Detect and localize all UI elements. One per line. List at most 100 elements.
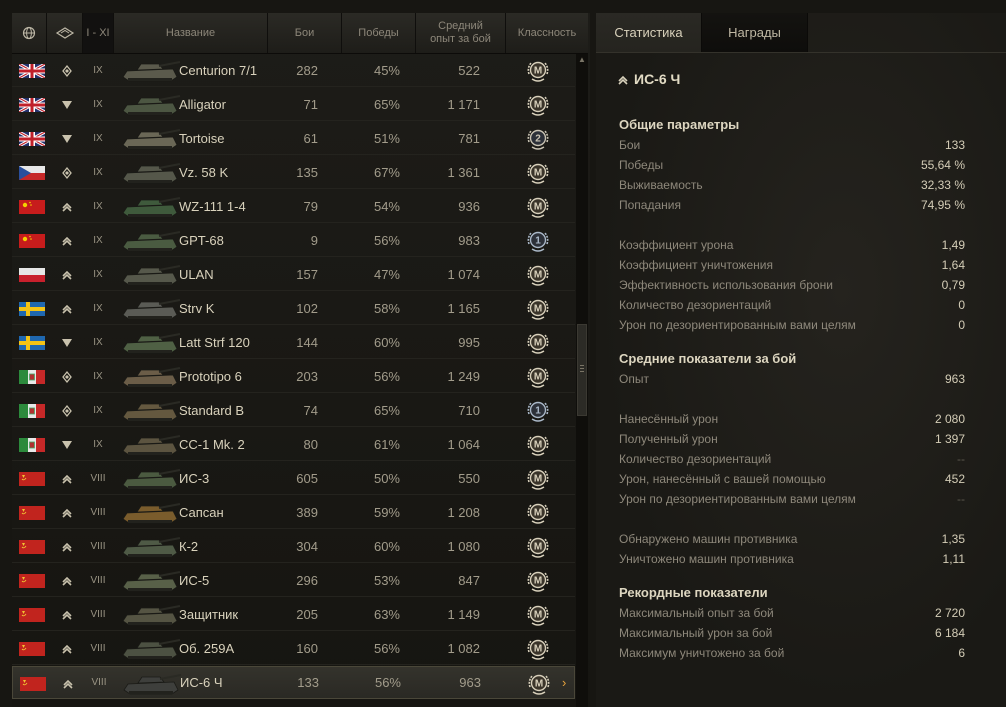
avg-xp-cell: 522 xyxy=(458,62,480,78)
name-column-label: Название xyxy=(165,26,216,39)
stat-label: Количество дезориентаций xyxy=(619,452,772,466)
avg-xp-cell: 983 xyxy=(458,232,480,248)
uk-flag-icon xyxy=(19,132,45,146)
tier-cell: VIII xyxy=(90,506,106,518)
heavy-class-icon xyxy=(62,542,72,552)
battles-cell: 605 xyxy=(296,470,318,486)
stat-label: Максимальный урон за бой xyxy=(619,626,773,640)
scroll-up-icon[interactable]: ▲ xyxy=(578,56,586,64)
vehicle-name-cell: WZ-111 1-4 xyxy=(179,198,246,214)
tab-divider xyxy=(596,52,1006,53)
wins-cell: 56% xyxy=(373,640,400,656)
stat-value: 0 xyxy=(958,318,965,332)
tank-image xyxy=(122,197,181,218)
table-row[interactable]: IX Centurion 7/1 282 45% 522 M xyxy=(12,54,575,87)
tier-sort-button[interactable]: I - XI xyxy=(83,13,114,53)
tab-statistics[interactable]: Статистика xyxy=(596,13,702,52)
table-row[interactable]: VIII ИС-5 296 53% 847 M xyxy=(12,564,575,597)
selected-vehicle-name: ИС-6 Ч xyxy=(634,71,681,87)
table-row[interactable]: IX GPT-68 9 56% 983 1 xyxy=(12,224,575,257)
table-row[interactable]: VIII К-2 304 60% 1 080 M xyxy=(12,530,575,563)
avg-xp-cell: 781 xyxy=(458,130,480,146)
stat-label: Урон по дезориентированным вами целям xyxy=(619,318,856,332)
stat-value: -- xyxy=(957,452,965,466)
table-row[interactable]: VIII Защитник 205 63% 1 149 M xyxy=(12,598,575,631)
table-header: I - XI Название Бои Победы Средний опыт … xyxy=(12,13,588,54)
vehicle-name-cell: Vz. 58 K xyxy=(179,164,229,180)
tank-image xyxy=(122,129,181,150)
table-row[interactable]: IX Standard B 74 65% 710 1 xyxy=(12,394,575,427)
scrollbar-thumb[interactable] xyxy=(577,324,587,416)
table-row[interactable]: IX Latt Strf 120 144 60% 995 M xyxy=(12,326,575,359)
stat-row: Уничтожено машин противника 1,11 xyxy=(619,549,965,569)
stat-row: Урон по дезориентированным вами целям -- xyxy=(619,489,965,509)
battles-cell: 203 xyxy=(296,368,318,384)
vehicle-name-cell: Alligator xyxy=(179,96,226,112)
mastery-badge-master-icon: M xyxy=(527,95,549,116)
table-row[interactable]: VIII Сапсан 389 59% 1 208 M xyxy=(12,496,575,529)
table-row[interactable]: IX Alligator 71 65% 1 171 M xyxy=(12,88,575,121)
table-row[interactable]: IX WZ-111 1-4 79 54% 936 M xyxy=(12,190,575,223)
heavy-class-icon xyxy=(62,474,72,484)
tier-cell: IX xyxy=(93,302,103,314)
section-title: Общие параметры xyxy=(619,117,740,132)
wins-sort-button[interactable]: Победы xyxy=(342,13,416,53)
vehicle-name-cell: Centurion 7/1 xyxy=(179,62,258,78)
heavy-class-icon xyxy=(62,610,72,620)
stat-value: 133 xyxy=(944,138,965,152)
battles-cell: 133 xyxy=(297,675,319,690)
mastery-badge-master-icon: M xyxy=(527,265,549,286)
avg-xp-cell: 1 171 xyxy=(447,96,480,112)
stat-row: Количество дезориентаций -- xyxy=(619,449,965,469)
stat-value: 1,11 xyxy=(942,552,965,566)
mastery-badge-master-icon: M xyxy=(527,197,549,218)
table-row[interactable]: IX ULAN 157 47% 1 074 M xyxy=(12,258,575,291)
vehicle-name-cell: ИС-6 Ч xyxy=(180,675,223,690)
stat-label: Нанесённый урон xyxy=(619,412,719,426)
stat-row: Коэффициент уничтожения 1,64 xyxy=(619,255,965,275)
stat-row: Коэффициент урона 1,49 xyxy=(619,235,965,255)
mastery-badge-master-icon: M xyxy=(527,537,549,558)
svg-text:2: 2 xyxy=(535,134,541,145)
table-row[interactable]: IX Tortoise 61 51% 781 2 xyxy=(12,122,575,155)
avg-xp-cell: 995 xyxy=(458,334,480,350)
table-row[interactable]: IX CC-1 Mk. 2 80 61% 1 064 M xyxy=(12,428,575,461)
nation-sort-button[interactable] xyxy=(12,13,47,53)
table-row[interactable]: IX Prototipo 6 203 56% 1 249 M xyxy=(12,360,575,393)
heavy-tank-icon xyxy=(618,75,628,85)
stat-row: Выживаемость 32,33 % xyxy=(619,175,965,195)
table-row-selected[interactable]: VIII ИС-6 Ч 133 56% 963 M › xyxy=(12,666,575,699)
battles-cell: 296 xyxy=(296,572,318,588)
table-row[interactable]: VIII Об. 259А 160 56% 1 082 M xyxy=(12,632,575,665)
table-row[interactable]: IX Strv K 102 58% 1 165 M xyxy=(12,292,575,325)
battles-cell: 74 xyxy=(303,402,318,418)
tab-awards[interactable]: Награды xyxy=(702,13,808,52)
vehicle-name-cell: ULAN xyxy=(179,266,214,282)
stat-row: Бои 133 xyxy=(619,135,965,155)
battles-sort-button[interactable]: Бои xyxy=(268,13,342,53)
td-class-icon xyxy=(62,135,72,143)
avg-xp-cell: 1 249 xyxy=(447,368,480,384)
avg-xp-cell: 1 208 xyxy=(447,504,480,520)
wins-cell: 56% xyxy=(374,675,401,690)
tier-cell: IX xyxy=(93,234,103,246)
battles-cell: 157 xyxy=(296,266,318,282)
vehicle-name-cell: К-2 xyxy=(179,538,199,554)
svg-text:M: M xyxy=(534,542,542,553)
stat-label: Максимальный опыт за бой xyxy=(619,606,774,620)
table-row[interactable]: IX Vz. 58 K 135 67% 1 361 M xyxy=(12,156,575,189)
type-sort-button[interactable] xyxy=(47,13,83,53)
section-title: Средние показатели за бой xyxy=(619,351,797,366)
china-flag-icon xyxy=(19,200,45,214)
vehicle-list-scrollbar[interactable]: ▲ xyxy=(576,54,588,707)
avg-xp-cell: 1 165 xyxy=(447,300,480,316)
stat-row: Попадания 74,95 % xyxy=(619,195,965,215)
name-sort-button[interactable]: Название xyxy=(114,13,268,53)
avg-xp-sort-button[interactable]: Средний опыт за бой xyxy=(416,13,506,53)
svg-text:M: M xyxy=(534,202,542,213)
table-row[interactable]: VIII ИС-3 605 50% 550 M xyxy=(12,462,575,495)
ussr-flag-icon xyxy=(19,642,45,656)
stat-row: Эффективность использования брони 0,79 xyxy=(619,275,965,295)
mastery-badge-master-icon: M xyxy=(527,435,549,456)
mastery-sort-button[interactable]: Классность xyxy=(506,13,588,53)
